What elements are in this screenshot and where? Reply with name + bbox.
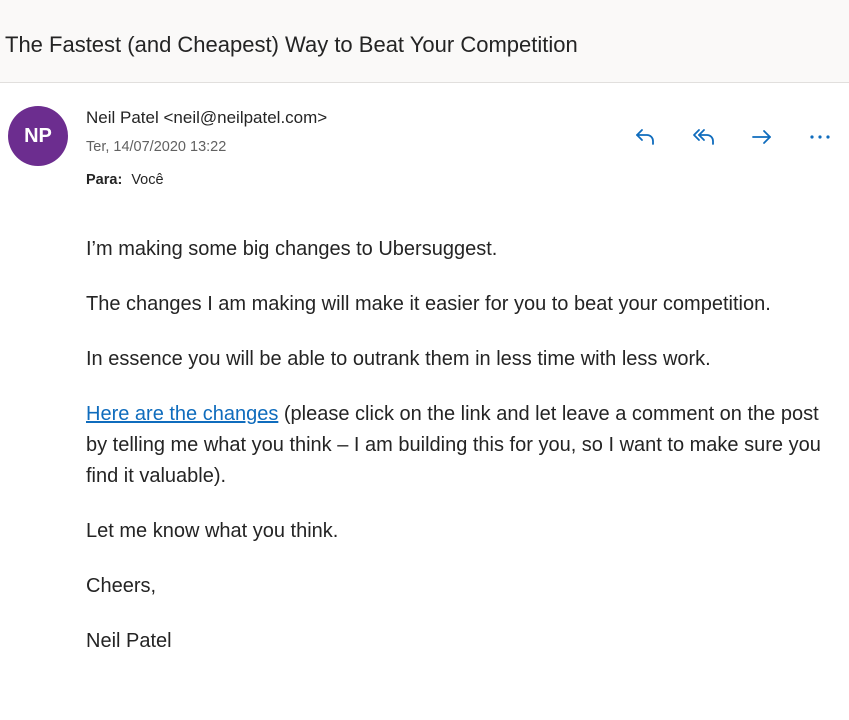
message-actions	[629, 120, 837, 154]
sent-date: Ter, 14/07/2020 13:22	[86, 139, 227, 155]
changes-link[interactable]: Here are the changes	[86, 403, 278, 425]
reply-icon	[636, 129, 654, 145]
body-paragraph: Let me know what you think.	[86, 520, 339, 542]
subject-bar: The Fastest (and Cheapest) Way to Beat Y…	[0, 0, 849, 83]
recipient-row: Para: Você	[86, 172, 164, 188]
body-paragraph: The changes I am making will make it eas…	[86, 293, 771, 315]
avatar-initials: NP	[24, 124, 52, 147]
to-recipient[interactable]: Você	[131, 172, 163, 188]
forward-icon	[752, 130, 771, 144]
more-actions-button[interactable]	[803, 120, 837, 154]
reply-button[interactable]	[629, 120, 663, 154]
to-label: Para:	[86, 172, 123, 188]
reply-all-button[interactable]	[687, 120, 721, 154]
signature: Neil Patel	[86, 630, 172, 652]
body-paragraph: In essence you will be able to outrank t…	[86, 348, 711, 370]
message-body: I’m making some big changes to Ubersugge…	[86, 234, 826, 681]
body-paragraph: I’m making some big changes to Ubersugge…	[86, 238, 498, 260]
reply-all-icon	[693, 129, 714, 145]
forward-button[interactable]	[745, 120, 779, 154]
body-paragraph-with-link: Here are the changes (please click on th…	[86, 399, 826, 492]
sender-name[interactable]: Neil Patel <neil@neilpatel.com>	[86, 108, 327, 128]
more-icon	[810, 135, 830, 139]
email-subject: The Fastest (and Cheapest) Way to Beat Y…	[5, 32, 578, 57]
sender-avatar[interactable]: NP	[8, 106, 68, 166]
sign-off: Cheers,	[86, 575, 157, 597]
